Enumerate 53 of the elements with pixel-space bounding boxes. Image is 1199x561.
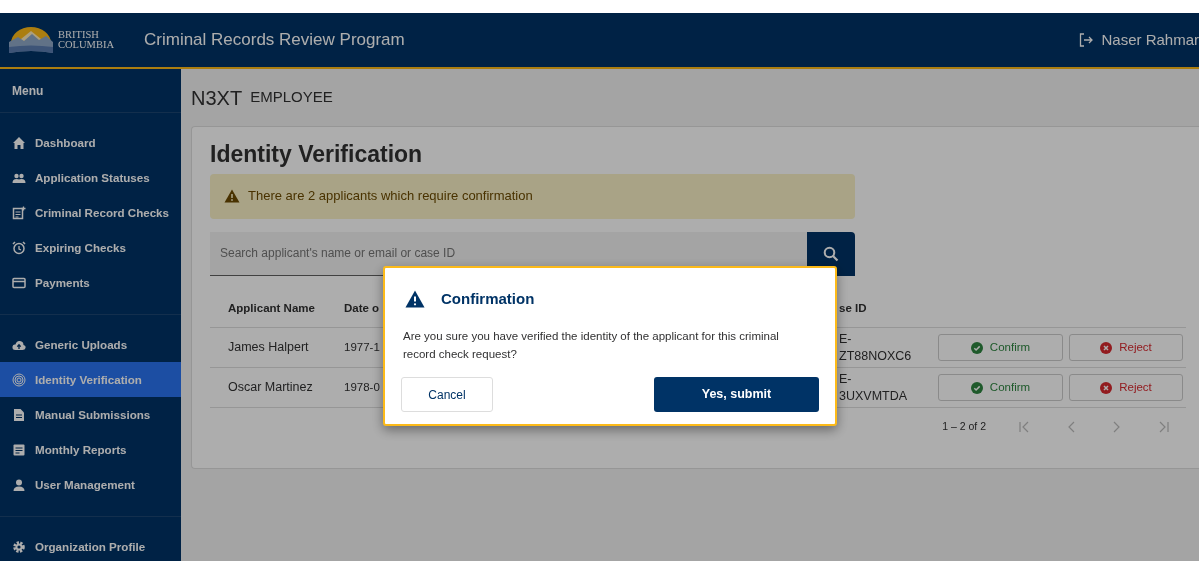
sidebar-item[interactable]: Monthly Reports	[0, 432, 181, 467]
column-header: Applicant Name	[228, 301, 315, 314]
check-circle-icon	[970, 381, 983, 394]
column-header: se ID	[839, 301, 867, 314]
gear-icon	[12, 539, 26, 554]
app-title: Criminal Records Review Program	[144, 29, 405, 52]
search-icon	[823, 245, 839, 262]
page-range: 1 – 2 of 2	[942, 419, 986, 435]
cancel-button[interactable]: Cancel	[401, 377, 493, 413]
column-header: Date o	[344, 301, 380, 314]
sun-mountains-drawing	[8, 25, 54, 55]
table-cell: E- ZT88NOXC6	[839, 331, 912, 363]
document-plus-icon	[12, 205, 26, 220]
sidebar-item[interactable]: User Management	[0, 467, 181, 502]
home-icon	[12, 135, 26, 150]
table-cell: 1977-1	[344, 340, 380, 353]
user-link[interactable]: Naser Rahmar	[1079, 28, 1199, 52]
report-icon	[12, 442, 26, 457]
sidebar-item[interactable]: Generic Uploads	[0, 327, 181, 362]
dialog-title: Confirmation	[441, 289, 535, 309]
check-circle-icon	[970, 341, 983, 354]
logo: BRITISH COLUMBIA	[0, 13, 120, 67]
sidebar-item[interactable]: Payments	[0, 265, 181, 300]
sidebar-item[interactable]: Organization Profile	[0, 529, 181, 561]
logout-icon	[1079, 33, 1094, 47]
sidebar-item[interactable]: Application Statuses	[0, 160, 181, 195]
confirm-button[interactable]: Confirm	[938, 374, 1063, 402]
table-cell: 1978-0	[344, 380, 380, 393]
credit-card-icon	[12, 275, 26, 290]
sidebar-item[interactable]: Dashboard	[0, 125, 181, 160]
sidebar-item[interactable]: Expiring Checks	[0, 230, 181, 265]
submit-button[interactable]: Yes, submit	[654, 377, 819, 413]
document-icon	[12, 407, 26, 422]
sidebar-item[interactable]: Criminal Record Checks	[0, 195, 181, 230]
table-cell: Oscar Martinez	[228, 380, 313, 395]
alert-text: There are 2 applicants which require confirmation	[248, 187, 533, 206]
warning-icon	[224, 189, 240, 204]
sidebar-item[interactable]: Manual Submissions	[0, 397, 181, 432]
user-icon	[12, 477, 26, 492]
page-title: Identity Verification	[210, 141, 424, 169]
close-circle-icon	[1100, 341, 1113, 354]
confirm-button[interactable]: Confirm	[938, 334, 1063, 362]
close-circle-icon	[1100, 381, 1113, 394]
warning-icon	[405, 290, 425, 309]
reject-button[interactable]: Reject	[1069, 374, 1183, 402]
dialog-message: Are you sure you have verified the identity of the applicant for this criminal record check request?	[403, 328, 780, 362]
reject-button[interactable]: Reject	[1069, 334, 1183, 362]
sidebar-item[interactable]: Identity Verification	[0, 362, 181, 397]
table-cell: E- 3UXVMTDA	[839, 371, 908, 403]
organization-role: EMPLOYEE	[250, 87, 333, 108]
table-cell: James Halpert	[228, 340, 309, 355]
organization-name: N3XT	[191, 85, 243, 111]
alarm-clock-icon	[12, 240, 26, 255]
